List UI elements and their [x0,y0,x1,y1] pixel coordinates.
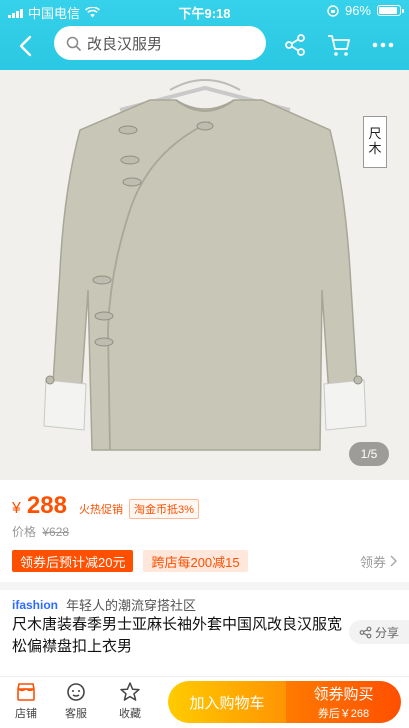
top-header: 中国电信 下午9:18 96% 改良汉服男 [0,0,409,70]
original-price: 价格 ¥628 [12,523,69,540]
get-coupon-link[interactable]: 领券 [360,552,397,571]
nav-bar: 改良汉服男 [0,24,409,66]
store-button[interactable]: 店铺 [6,681,46,725]
share-small-icon [359,626,372,638]
image-pager: 1/5 [349,442,389,466]
brand-char-1: 尺 [368,127,382,142]
original-price-label: 价格 [12,525,37,539]
share-label: 分享 [374,625,399,640]
bottom-bar: 店铺 客服 收藏 加入购物车 领券购买 券后￥268 [0,676,409,728]
more-icon[interactable] [370,32,396,58]
favorite-button[interactable]: 收藏 [110,681,150,725]
cross-store-badge[interactable]: 跨店每200减15 [143,550,248,572]
share-icon[interactable] [282,32,308,58]
back-arrow-icon[interactable] [12,32,40,60]
service-label: 客服 [65,708,87,720]
ifashion-desc: 年轻人的潮流穿搭社区 [66,598,197,613]
ifashion-logo: ifashion [12,597,59,612]
product-title: 尺木唐装春季男士亚麻长袖外套中国风改良汉服宽松偏襟盘扣上衣男 [12,616,343,655]
status-bar: 中国电信 下午9:18 96% [0,0,409,22]
rotation-lock-icon [327,4,339,17]
status-right: 96% [327,3,404,18]
product-image[interactable]: 尺 木 1/5 [0,70,409,480]
search-text: 改良汉服男 [87,35,163,53]
store-label: 店铺 [15,708,37,720]
add-to-cart-button[interactable]: 加入购物车 [168,681,286,723]
coupon-row[interactable]: 领券后预计减20元 跨店每200减15 领券 [12,549,397,573]
buy-sub-label: 券后￥268 [317,708,370,720]
battery-percent: 96% [344,3,371,18]
product-shirt-image [43,79,367,451]
currency-symbol: ¥ [12,500,21,517]
buy-with-coupon-button[interactable]: 领券购买 券后￥268 [286,681,401,723]
chevron-right-icon [390,555,397,567]
section-divider [0,582,409,590]
favorite-label: 收藏 [119,708,141,720]
price-value: 288 [26,492,67,519]
original-price-value: ¥628 [42,525,70,539]
battery-icon [377,5,404,16]
customer-service-icon [67,683,85,701]
cart-icon[interactable] [326,32,352,58]
service-button[interactable]: 客服 [56,681,96,725]
coin-deal-badge: 淘金币抵3% [128,499,199,519]
search-icon [66,36,81,51]
buy-label: 领券购买 [313,686,374,703]
price-row: ¥ 288 火热促销 淘金币抵3% [12,492,199,520]
star-icon [120,682,140,701]
store-icon [17,683,35,701]
promo-label: 火热促销 [78,504,123,516]
brand-char-2: 木 [368,142,382,157]
brand-watermark: 尺 木 [363,116,387,168]
get-coupon-label: 领券 [359,554,386,570]
after-coupon-badge[interactable]: 领券后预计减20元 [12,550,134,572]
ifashion-row[interactable]: ifashion 年轻人的潮流穿搭社区 [12,595,196,614]
search-bar[interactable]: 改良汉服男 [54,26,266,60]
share-button[interactable]: 分享 [349,620,409,644]
